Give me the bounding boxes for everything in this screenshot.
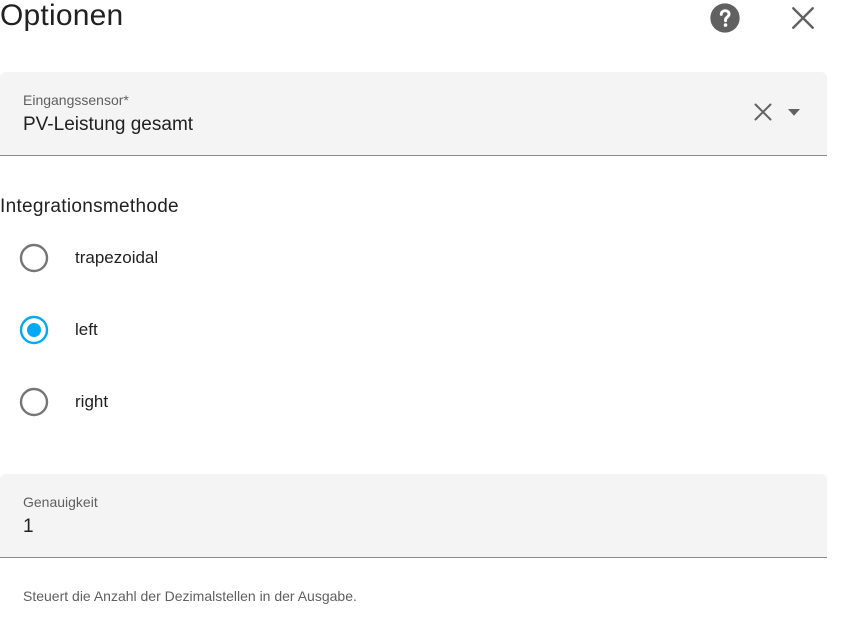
input-sensor-label: Eingangssensor* (23, 92, 129, 108)
radio-option-trapezoidal[interactable]: trapezoidal (18, 242, 158, 274)
precision-value[interactable]: 1 (23, 516, 34, 538)
radio-label: trapezoidal (75, 248, 159, 267)
input-sensor-value: PV-Leistung gesamt (23, 114, 194, 135)
dropdown-arrow-icon (788, 109, 800, 116)
dialog-title: Optionen (0, 0, 124, 32)
precision-label: Genauigkeit (23, 494, 98, 510)
radio-option-right[interactable]: right (18, 386, 108, 418)
radio-option-left[interactable]: left (18, 314, 98, 346)
precision-helper-text: Steuert die Anzahl der Dezimalstellen in… (23, 588, 357, 604)
close-button[interactable] (785, 0, 821, 36)
radio-button[interactable] (18, 386, 50, 418)
help-circle-icon (710, 3, 740, 33)
integration-method-label: Integrationsmethode (0, 196, 179, 217)
radio-label: right (75, 392, 109, 411)
radio-button-checked[interactable] (18, 314, 50, 346)
sensor-dropdown-button[interactable] (785, 103, 803, 121)
precision-field[interactable]: Genauigkeit 1 (0, 474, 827, 558)
input-sensor-field[interactable]: Eingangssensor* PV-Leistung gesamt (0, 72, 827, 156)
radio-label: left (75, 320, 98, 339)
help-button[interactable] (707, 0, 743, 36)
radio-button[interactable] (18, 242, 50, 274)
close-icon (792, 7, 814, 29)
clear-sensor-button[interactable] (753, 102, 773, 122)
clear-icon (754, 103, 772, 121)
options-dialog: Optionen Eingangssensor* PV-Leistung ges… (0, 0, 851, 621)
